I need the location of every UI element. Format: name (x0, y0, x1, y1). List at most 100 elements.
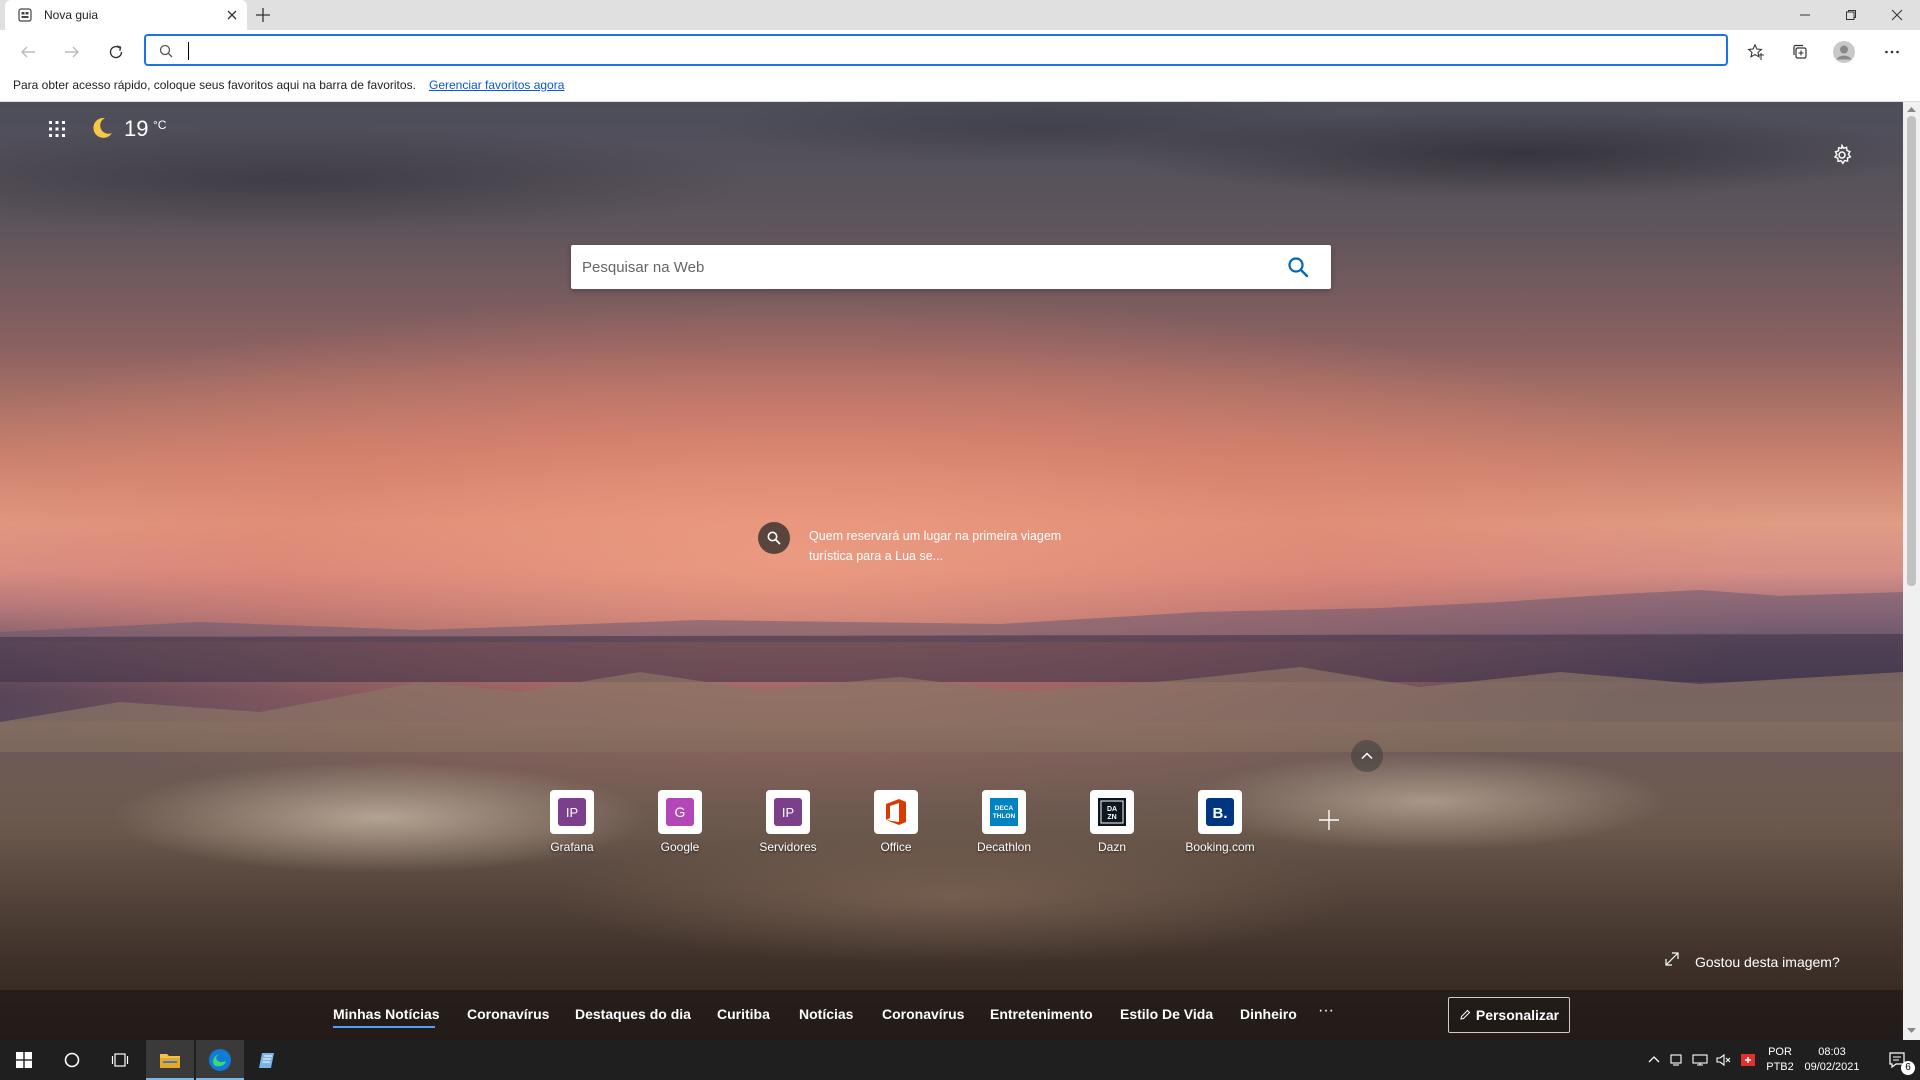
moon-icon[interactable] (90, 116, 114, 140)
tab-active[interactable]: Nova guia (5, 0, 247, 30)
quick-link-office[interactable]: Office (851, 790, 941, 860)
web-search-input[interactable] (582, 256, 1262, 278)
page-settings-gear-icon[interactable] (1831, 144, 1853, 166)
ip-letter-icon: IP (766, 790, 810, 834)
collections-icon[interactable] (1788, 40, 1812, 64)
news-tab-dinheiro[interactable]: Dinheiro (1240, 1006, 1297, 1022)
file-explorer-icon[interactable] (146, 1040, 194, 1080)
pencil-icon (1459, 1009, 1471, 1021)
news-tab-minhas-noticias[interactable]: Minhas Notícias (333, 1006, 440, 1022)
tab-strip: Nova guia (0, 0, 1920, 30)
quick-link-google[interactable]: G Google (635, 790, 725, 860)
personalize-button[interactable]: Personalizar (1448, 997, 1570, 1033)
svg-text:IP: IP (566, 805, 578, 820)
dazn-logo-icon: DA ZN (1090, 790, 1134, 834)
svg-text:G: G (675, 804, 686, 820)
quick-link-label: Google (660, 840, 700, 854)
news-tab-coronavirus[interactable]: Coronavírus (467, 1006, 549, 1022)
page-scrollbar[interactable] (1903, 102, 1920, 1040)
g-letter-icon: G (658, 790, 702, 834)
search-icon (158, 43, 174, 59)
ip-letter-icon: IP (550, 790, 594, 834)
new-tab-plus-icon[interactable] (254, 6, 272, 24)
quick-link-label: Office (880, 840, 912, 854)
favorites-bar: Para obter acesso rápido, coloque seus f… (0, 72, 1920, 102)
tab-title: Nova guia (44, 8, 99, 22)
app-launcher-grid-icon[interactable] (48, 120, 66, 138)
new-tab-page: 19 °C Quem reservará um lugar na primeir… (0, 102, 1903, 1040)
weather-temperature[interactable]: 19 (124, 116, 148, 142)
quick-link-grafana[interactable]: IP Grafana (527, 790, 617, 860)
svg-text:ZN: ZN (1107, 814, 1116, 821)
booking-logo-icon: B. (1198, 790, 1242, 834)
news-tab-entretenimento[interactable]: Entretenimento (990, 1006, 1093, 1022)
windows-start-icon[interactable] (0, 1040, 48, 1080)
chevron-up-icon[interactable] (1351, 740, 1383, 772)
search-icon[interactable] (1286, 255, 1312, 281)
expand-arrow-icon[interactable] (1663, 950, 1681, 968)
address-bar[interactable] (144, 34, 1728, 66)
profile-avatar-icon[interactable] (1832, 40, 1856, 64)
browser-toolbar (0, 30, 1920, 72)
system-clock[interactable]: 08:03 09/02/2021 (1800, 1045, 1864, 1075)
quick-link-decathlon[interactable]: DECA THLON Decathlon (959, 790, 1049, 860)
news-more-ellipsis[interactable]: ··· (1318, 1002, 1334, 1020)
edge-browser-icon[interactable] (196, 1040, 244, 1080)
show-hidden-icons-chevron-icon[interactable] (1646, 1052, 1662, 1068)
restore-icon[interactable] (1836, 5, 1866, 25)
svg-text:DECA: DECA (995, 805, 1014, 812)
image-hint-text[interactable]: Quem reservará um lugar na primeira viag… (809, 526, 1069, 566)
security-app-icon[interactable] (1740, 1052, 1756, 1068)
notepad-app-icon[interactable] (244, 1040, 292, 1080)
svg-text:DA: DA (1107, 806, 1117, 813)
manage-favorites-link[interactable]: Gerenciar favoritos agora (429, 78, 564, 92)
minimize-icon[interactable] (1790, 5, 1820, 25)
quick-link-label: Decathlon (976, 840, 1032, 854)
close-tab-icon[interactable] (224, 7, 240, 23)
more-menu-icon[interactable] (1880, 40, 1904, 64)
notification-count-badge: 6 (1901, 1061, 1915, 1075)
svg-text:IP: IP (782, 805, 794, 820)
image-feedback-link[interactable]: Gostou desta imagem? (1695, 954, 1840, 970)
office-logo-icon (874, 790, 918, 834)
news-tab-estilo-de-vida[interactable]: Estilo De Vida (1120, 1006, 1213, 1022)
action-center-notifications[interactable]: 6 (1874, 1040, 1920, 1080)
news-tab-curitiba[interactable]: Curitiba (717, 1006, 770, 1022)
quick-link-booking[interactable]: B. Booking.com (1175, 790, 1265, 860)
favorites-bar-message: Para obter acesso rápido, coloque seus f… (13, 78, 416, 92)
scrollbar-thumb[interactable] (1907, 116, 1916, 586)
news-category-bar: Minhas Notícias Coronavírus Destaques do… (0, 990, 1903, 1040)
refresh-icon[interactable] (104, 40, 128, 64)
forward-arrow-icon[interactable] (60, 40, 84, 64)
close-window-icon[interactable] (1882, 5, 1912, 25)
device-tray-icon[interactable] (1668, 1052, 1684, 1068)
image-hint-search-icon[interactable] (758, 522, 790, 554)
address-input[interactable] (186, 41, 1686, 61)
favorites-star-icon[interactable] (1744, 40, 1768, 64)
quick-link-label: Booking.com (1185, 840, 1255, 854)
quick-link-label: Dazn (1097, 840, 1126, 854)
active-tab-underline (333, 1026, 435, 1028)
decathlon-logo-icon: DECA THLON (982, 790, 1026, 834)
news-tab-coronavirus-2[interactable]: Coronavírus (882, 1006, 964, 1022)
quick-link-label: Servidores (759, 840, 817, 854)
quick-link-dazn[interactable]: DA ZN Dazn (1067, 790, 1157, 860)
network-icon[interactable] (1692, 1052, 1708, 1068)
scroll-down-arrow-icon[interactable] (1907, 1028, 1916, 1034)
input-language-indicator[interactable]: POR PTB2 (1766, 1045, 1794, 1075)
new-tab-page-icon (18, 8, 32, 22)
quick-link-servidores[interactable]: IP Servidores (743, 790, 833, 860)
web-search-box[interactable] (571, 245, 1331, 289)
volume-muted-icon[interactable] (1716, 1052, 1732, 1068)
back-arrow-icon[interactable] (16, 40, 40, 64)
news-tab-destaques-do-dia[interactable]: Destaques do dia (575, 1006, 691, 1022)
add-quick-link-plus-icon[interactable] (1317, 808, 1341, 832)
task-view-icon[interactable] (96, 1040, 144, 1080)
scroll-up-arrow-icon[interactable] (1907, 106, 1916, 112)
text-caret (188, 42, 189, 60)
background-clouds (0, 102, 1903, 362)
cortana-search-icon[interactable] (48, 1040, 96, 1080)
news-tab-noticias[interactable]: Notícias (799, 1006, 853, 1022)
svg-text:B.: B. (1213, 805, 1228, 822)
weather-unit: °C (153, 118, 167, 132)
